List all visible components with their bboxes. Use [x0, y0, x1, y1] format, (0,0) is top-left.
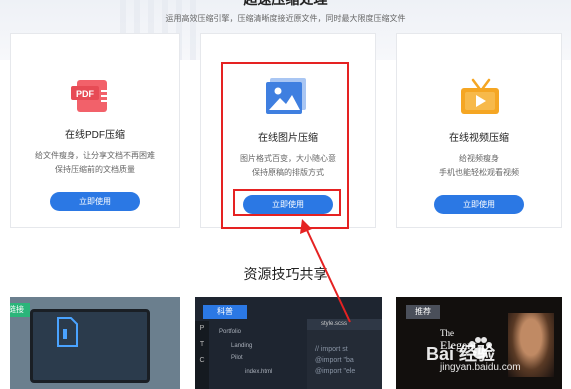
- resource-thumb-link[interactable]: 链接: [10, 297, 180, 389]
- laptop-image: [30, 309, 150, 383]
- tag-badge: 推荐: [406, 305, 440, 319]
- code-line: // import st: [315, 346, 348, 353]
- annotation-highlight-button: [233, 189, 341, 216]
- card-desc-line1: 给视频瘦身: [459, 154, 499, 163]
- tag-badge: 链接: [10, 303, 30, 317]
- code-line: @import "ba: [315, 357, 354, 364]
- pdf-compress-card: PDF 在线PDF压缩 给文件瘦身，让分享文档不再困难 保持压缩前的文档质量 立…: [10, 33, 180, 228]
- resources-section-title: 资源技巧共享: [243, 266, 328, 282]
- watermark-url: jingyan.baidu.com: [440, 362, 521, 373]
- pdf-icon: PDF: [71, 80, 109, 112]
- card-desc-line2: 保持压缩前的文档质量: [55, 165, 135, 174]
- file-row: index.html: [245, 369, 273, 375]
- video-compress-card: 在线视频压缩 给视频瘦身 手机也能轻松观看视频 立即使用: [396, 33, 562, 228]
- sidebar-letter: P: [199, 325, 205, 332]
- pdf-use-button[interactable]: 立即使用: [50, 192, 140, 211]
- hero-subtitle: 运用高效压缩引擎，压缩清晰度接近原文件，同时最大限度压缩文件: [165, 14, 406, 23]
- code-panel: style.scss // import st @import "ba @imp…: [307, 319, 382, 389]
- resource-thumb-science[interactable]: 科普 P T C Portfolio Landing Pilot index.h…: [195, 297, 382, 389]
- code-tab: style.scss: [307, 319, 382, 330]
- code-line: @import "ele: [315, 368, 356, 375]
- editor-sidebar: P T C: [195, 321, 209, 389]
- folder-row: Portfolio: [219, 329, 242, 335]
- card-title: 在线PDF压缩: [65, 130, 125, 141]
- folder-row: Pilot: [231, 355, 243, 361]
- video-icon: [461, 78, 499, 114]
- hero-title: 超速压缩处理: [0, 0, 571, 9]
- folder-row: Landing: [231, 343, 253, 349]
- card-title: 在线视频压缩: [449, 133, 509, 144]
- sidebar-letter: C: [199, 357, 205, 364]
- tag-badge: 科普: [203, 305, 247, 319]
- document-icon: [57, 317, 78, 347]
- card-desc-line2: 手机也能轻松观看视频: [439, 168, 519, 177]
- card-desc-line1: 给文件瘦身，让分享文档不再困难: [35, 151, 155, 160]
- sidebar-letter: T: [199, 341, 205, 348]
- video-use-button[interactable]: 立即使用: [434, 195, 524, 214]
- svg-text:PDF: PDF: [76, 89, 95, 99]
